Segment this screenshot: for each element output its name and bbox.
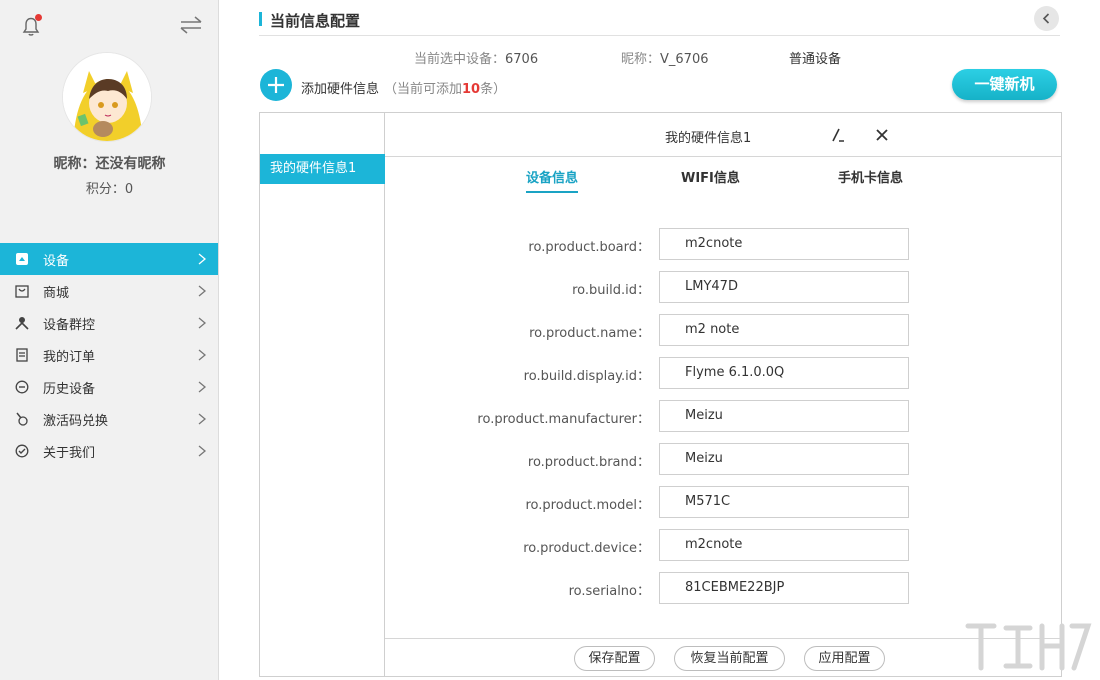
hardware-list-item[interactable]: 我的硬件信息1 <box>260 154 385 184</box>
title-accent-bar <box>259 12 262 26</box>
sidebar-item-activation[interactable]: 激活码兑换 <box>0 403 218 435</box>
mall-icon <box>15 284 29 298</box>
tab-device-info[interactable]: 设备信息 <box>526 167 579 193</box>
user-points: 积分：0 <box>85 182 134 197</box>
restore-config-button[interactable]: 恢复当前配置 <box>674 646 785 671</box>
apply-config-button[interactable]: 应用配置 <box>804 646 885 671</box>
device-nickname-info: 昵称：V_6706 <box>621 48 709 67</box>
sidebar-nav: 设备 商城 设备群控 我的订单 历史设备 激活码兑换 关于我们 <box>0 243 218 467</box>
sidebar-item-label: 设备群控 <box>43 317 96 333</box>
sidebar-item-history[interactable]: 历史设备 <box>0 371 218 403</box>
sidebar-item-label: 我的订单 <box>43 349 96 365</box>
sidebar: 昵称：还没有昵称 积分：0 设备 商城 设备群控 我的订单 历史设备 激活码兑换… <box>0 0 219 680</box>
group-control-icon <box>15 316 29 330</box>
close-icon[interactable] <box>873 126 891 144</box>
sidebar-item-about[interactable]: 关于我们 <box>0 435 218 467</box>
chevron-right-icon <box>196 380 208 394</box>
add-hint: （当前可添加10条） <box>384 78 506 97</box>
add-hint-count: 10 <box>462 82 481 97</box>
field-label: ro.product.device： <box>523 541 650 556</box>
sidebar-item-group-control[interactable]: 设备群控 <box>0 307 218 339</box>
field-label: ro.build.display.id： <box>523 369 650 384</box>
edit-icon[interactable] <box>830 126 848 144</box>
build-id-input[interactable]: LMY47D <box>659 271 909 303</box>
field-label: ro.product.brand： <box>527 455 650 470</box>
hardware-title: 我的硬件信息1 <box>665 131 752 146</box>
plus-icon <box>268 77 284 93</box>
watermark-logo <box>965 623 1092 671</box>
back-button[interactable] <box>1034 6 1059 31</box>
history-icon <box>15 380 29 394</box>
model-input[interactable]: M571C <box>659 486 909 518</box>
sidebar-item-label: 历史设备 <box>43 381 96 397</box>
field-label: ro.serialno： <box>568 584 650 599</box>
sidebar-item-label: 关于我们 <box>43 445 96 461</box>
field-label: ro.product.model： <box>525 498 650 513</box>
add-hint-prefix: （当前可添加 <box>384 82 463 97</box>
product-name-input[interactable]: m2 note <box>659 314 909 346</box>
device-nickname-value: V_6706 <box>660 52 709 67</box>
selected-device-label: 当前选中设备： <box>414 52 506 67</box>
sidebar-item-label: 商城 <box>43 285 70 301</box>
avatar[interactable] <box>62 52 152 142</box>
page-header: 当前信息配置 <box>259 8 1060 36</box>
field-label: ro.product.board： <box>528 240 650 255</box>
sidebar-item-device[interactable]: 设备 <box>0 243 218 275</box>
tab-wifi-info[interactable]: WIFI信息 <box>681 167 740 186</box>
sidebar-item-label: 激活码兑换 <box>43 413 109 429</box>
footer-divider <box>385 638 1061 639</box>
about-icon <box>15 444 29 458</box>
board-input[interactable]: m2cnote <box>659 228 909 260</box>
chevron-right-icon <box>196 348 208 362</box>
display-id-input[interactable]: Flyme 6.1.0.0Q <box>659 357 909 389</box>
manufacturer-input[interactable]: Meizu <box>659 400 909 432</box>
chevron-right-icon <box>196 252 208 266</box>
tab-sim-info[interactable]: 手机卡信息 <box>838 167 903 186</box>
notification-dot <box>35 14 42 21</box>
switch-icon[interactable] <box>178 14 204 36</box>
chevron-right-icon <box>196 444 208 458</box>
chevron-right-icon <box>196 316 208 330</box>
add-hardware-label[interactable]: 添加硬件信息 <box>301 78 379 97</box>
sidebar-item-label: 设备 <box>43 253 70 269</box>
field-label: ro.product.manufacturer： <box>477 412 650 427</box>
sidebar-item-mall[interactable]: 商城 <box>0 275 218 307</box>
serialno-input[interactable]: 81CEBME22BJP <box>659 572 909 604</box>
hardware-title-bar: 我的硬件信息1 <box>385 113 1061 157</box>
device-nickname-label: 昵称： <box>621 52 661 67</box>
activation-icon <box>15 412 29 426</box>
selected-device-info: 当前选中设备：6706 <box>414 48 538 67</box>
selected-device-value: 6706 <box>505 52 539 67</box>
add-hardware-button[interactable] <box>260 69 292 101</box>
app-window: 昵称：还没有昵称 积分：0 设备 商城 设备群控 我的订单 历史设备 激活码兑换… <box>0 0 1100 680</box>
sidebar-item-orders[interactable]: 我的订单 <box>0 339 218 371</box>
field-label: ro.build.id： <box>572 283 650 298</box>
chevron-right-icon <box>196 284 208 298</box>
field-label: ro.product.name： <box>529 326 650 341</box>
bell-icon[interactable] <box>19 14 43 38</box>
chevron-left-icon <box>1042 13 1050 24</box>
hardware-list: 我的硬件信息1 <box>260 113 385 676</box>
new-phone-button[interactable]: 一键新机 <box>952 69 1057 100</box>
user-nickname: 昵称：还没有昵称 <box>53 156 166 172</box>
device-type: 普通设备 <box>789 52 842 67</box>
brand-input[interactable]: Meizu <box>659 443 909 475</box>
device-icon <box>15 252 29 266</box>
order-icon <box>15 348 29 362</box>
save-config-button[interactable]: 保存配置 <box>574 646 655 671</box>
add-hint-suffix: 条） <box>480 82 507 97</box>
chevron-right-icon <box>196 412 208 426</box>
hardware-panel: 我的硬件信息1 我的硬件信息1 设备信息 WIFI信息 手机卡信息 ro.pro… <box>259 112 1062 677</box>
device-input[interactable]: m2cnote <box>659 529 909 561</box>
page-title: 当前信息配置 <box>270 12 361 30</box>
